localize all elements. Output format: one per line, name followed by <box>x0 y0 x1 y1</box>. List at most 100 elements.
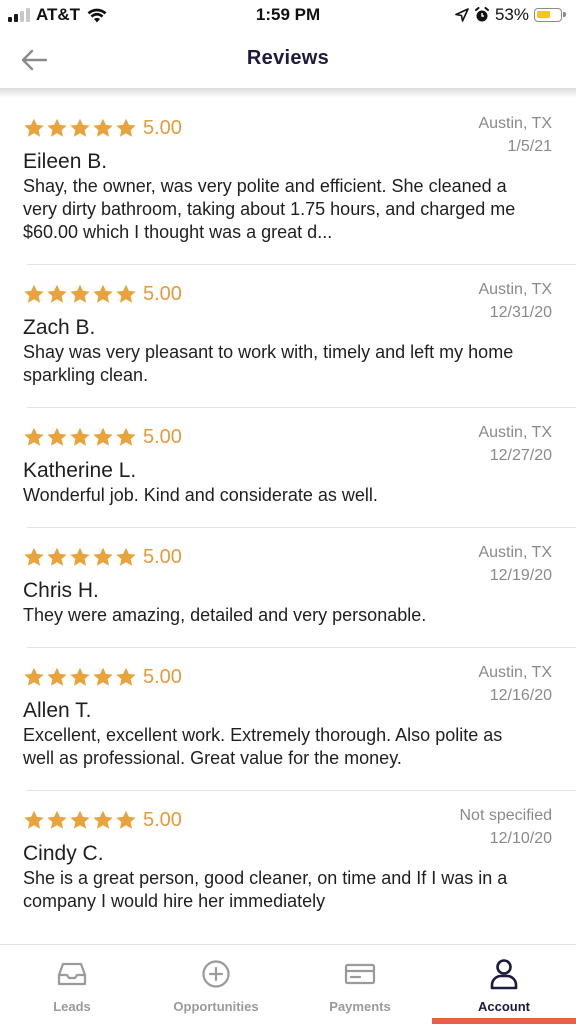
review-item[interactable]: 5.00 Austin, TX 12/19/20 Chris H. They were … <box>0 527 576 647</box>
tab-bar: Leads Opportunities Payments Account <box>0 944 576 1024</box>
star-icon <box>93 667 113 686</box>
star-icon <box>47 118 67 137</box>
rating-value: 5.00 <box>143 425 182 448</box>
star-icon <box>93 427 113 446</box>
active-tab-indicator <box>432 1018 576 1024</box>
star-icon <box>93 547 113 566</box>
star-icon <box>116 667 136 686</box>
review-text: Excellent, excellent work. Extremely tho… <box>23 725 503 768</box>
rating-value: 5.00 <box>143 665 182 688</box>
star-icon <box>93 284 113 303</box>
review-location: Austin, TX <box>478 115 552 132</box>
review-meta: Austin, TX 1/5/21 <box>478 112 552 158</box>
review-meta: Austin, TX 12/31/20 <box>478 278 552 324</box>
reviewer-name: Allen T. <box>23 699 92 722</box>
inbox-icon <box>56 959 88 989</box>
review-date: 12/10/20 <box>489 830 552 847</box>
star-icon <box>47 810 67 829</box>
star-icon <box>47 284 67 303</box>
review-date: 12/27/20 <box>489 447 552 464</box>
rating-row: 5.00 <box>23 280 552 308</box>
status-right: 53% <box>455 5 566 25</box>
star-rating <box>23 546 137 568</box>
review-text: She is a great person, good cleaner, on … <box>23 868 508 911</box>
reviewer-name: Eileen B. <box>23 150 108 173</box>
review-item[interactable]: 5.00 Austin, TX 12/16/20 Allen T. Excellent,… <box>0 647 576 790</box>
rating-row: 5.00 <box>23 543 552 571</box>
star-icon <box>47 547 67 566</box>
review-text: Wonderful job. Kind and considerate as w… <box>23 485 378 505</box>
reviews-list[interactable]: 5.00 Austin, TX 1/5/21 Eileen B. Shay, the o… <box>0 98 576 944</box>
header-shadow <box>0 88 576 98</box>
location-arrow-icon <box>455 8 469 22</box>
review-date: 1/5/21 <box>507 138 552 155</box>
star-rating <box>23 426 137 448</box>
star-icon <box>116 427 136 446</box>
star-icon <box>24 284 44 303</box>
tab-account[interactable]: Account <box>432 945 576 1024</box>
star-icon <box>24 547 44 566</box>
tab-opportunities[interactable]: Opportunities <box>144 945 288 1024</box>
rating-row: 5.00 <box>23 663 552 691</box>
review-item[interactable]: 5.00 Austin, TX 1/5/21 Eileen B. Shay, the o… <box>0 98 576 264</box>
star-icon <box>70 810 90 829</box>
star-icon <box>70 118 90 137</box>
review-meta: Austin, TX 12/19/20 <box>478 541 552 587</box>
review-text: Shay was very pleasant to work with, tim… <box>23 342 514 385</box>
card-icon <box>344 959 376 989</box>
review-location: Austin, TX <box>478 544 552 561</box>
star-icon <box>70 667 90 686</box>
review-item[interactable]: 5.00 Austin, TX 12/31/20 Zach B. Shay was ve… <box>0 264 576 407</box>
review-location: Austin, TX <box>478 281 552 298</box>
tab-label: Opportunities <box>173 999 259 1014</box>
star-icon <box>70 284 90 303</box>
star-icon <box>116 118 136 137</box>
page-title: Reviews <box>246 47 330 69</box>
review-text: They were amazing, detailed and very per… <box>23 605 427 625</box>
tab-payments[interactable]: Payments <box>288 945 432 1024</box>
star-icon <box>24 810 44 829</box>
plus-circle-icon <box>200 959 232 989</box>
battery-icon <box>534 8 566 22</box>
star-icon <box>24 118 44 137</box>
review-date: 12/19/20 <box>489 567 552 584</box>
person-icon <box>488 959 520 990</box>
review-text: Shay, the owner, was very polite and eff… <box>23 176 516 242</box>
battery-percent: 53% <box>494 5 529 24</box>
reviewer-name: Chris H. <box>23 579 99 602</box>
star-icon <box>116 810 136 829</box>
tab-label: Account <box>478 999 530 1014</box>
star-rating <box>23 283 137 305</box>
review-meta: Austin, TX 12/16/20 <box>478 661 552 707</box>
star-icon <box>47 667 67 686</box>
star-rating <box>23 117 137 139</box>
review-item[interactable]: 5.00 Austin, TX 12/27/20 Katherine L. Wonder… <box>0 407 576 527</box>
reviewer-name: Zach B. <box>23 316 96 339</box>
star-rating <box>23 809 137 831</box>
screen: AT&T 1:59 PM 53% Reviews 5.00 Austin, TX… <box>0 0 576 1024</box>
star-icon <box>116 547 136 566</box>
star-icon <box>24 667 44 686</box>
review-item[interactable]: 5.00 Not specified 12/10/20 Cindy C. She is … <box>0 790 576 933</box>
review-date: 12/31/20 <box>489 304 552 321</box>
navigation-header: Reviews <box>0 34 576 88</box>
review-meta: Not specified 12/10/20 <box>460 804 553 850</box>
star-icon <box>93 118 113 137</box>
rating-row: 5.00 <box>23 423 552 451</box>
star-icon <box>24 427 44 446</box>
tab-leads[interactable]: Leads <box>0 945 144 1024</box>
star-icon <box>93 810 113 829</box>
rating-value: 5.00 <box>143 116 182 139</box>
review-location: Austin, TX <box>478 424 552 441</box>
status-bar: AT&T 1:59 PM 53% <box>0 0 576 34</box>
reviewer-name: Katherine L. <box>23 459 137 482</box>
review-location: Austin, TX <box>478 664 552 681</box>
review-location: Not specified <box>459 807 553 824</box>
star-icon <box>70 427 90 446</box>
tab-label: Leads <box>53 999 91 1014</box>
review-date: 12/16/20 <box>489 687 552 704</box>
star-icon <box>116 284 136 303</box>
rating-value: 5.00 <box>143 808 182 831</box>
rating-value: 5.00 <box>143 282 182 305</box>
star-icon <box>47 427 67 446</box>
